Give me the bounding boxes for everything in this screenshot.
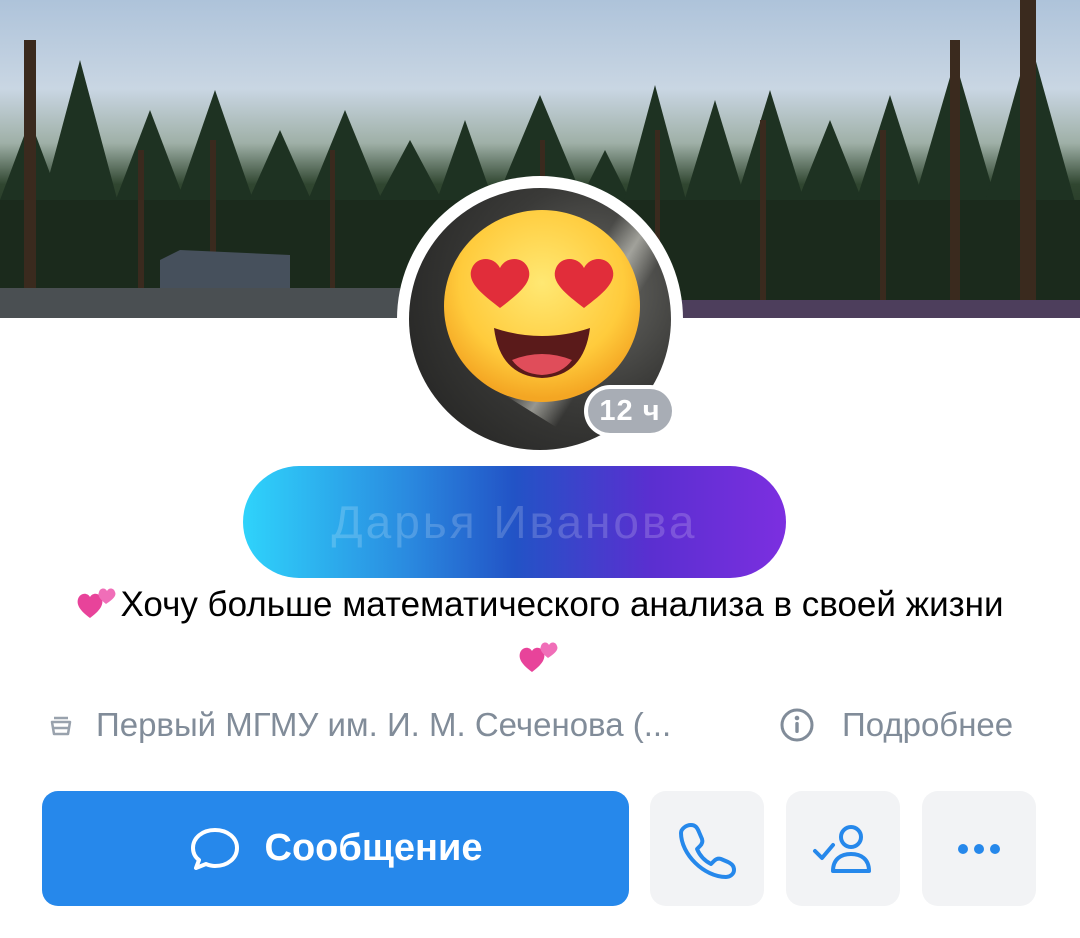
message-icon — [190, 827, 239, 870]
more-button[interactable] — [922, 791, 1036, 906]
two-hearts-icon — [519, 642, 558, 672]
info-icon[interactable] — [779, 707, 815, 743]
message-button-label: Сообщение — [264, 827, 483, 869]
education-icon — [50, 716, 72, 736]
education-text[interactable]: Первый МГМУ им. И. М. Сеченова (... — [96, 706, 671, 744]
more-horizontal-icon — [958, 843, 1000, 854]
profile-status[interactable]: Хочу больше математического анализа в св… — [60, 578, 1020, 686]
profile-name-text: Дарья Иванова — [331, 496, 698, 548]
info-row: Первый МГМУ им. И. М. Сеченова (... Подр… — [48, 700, 1048, 750]
status-text: Хочу больше математического анализа в св… — [120, 585, 1004, 624]
user-check-icon — [813, 824, 871, 873]
profile-name: Дарья Иванова — [243, 466, 786, 578]
details-link[interactable]: Подробнее — [842, 706, 1013, 744]
story-age-badge: 12 ч — [584, 385, 676, 437]
two-hearts-icon — [78, 588, 116, 618]
friend-status-button[interactable] — [786, 791, 900, 906]
heart-eyes-emoji-icon — [444, 210, 640, 402]
call-button[interactable] — [650, 791, 764, 906]
message-button[interactable]: Сообщение — [42, 791, 629, 906]
phone-icon — [679, 822, 736, 879]
